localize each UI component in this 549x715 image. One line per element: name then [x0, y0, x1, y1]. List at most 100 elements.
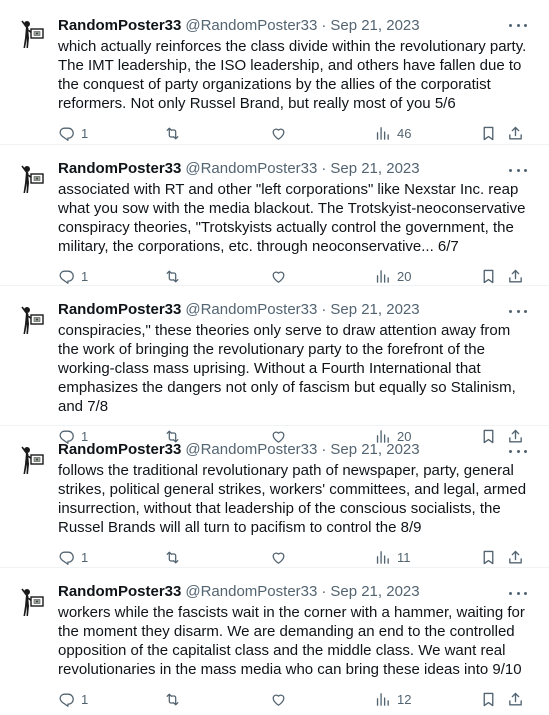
- more-dots-icon[interactable]: [509, 163, 527, 177]
- view-count: 11: [397, 549, 411, 565]
- user-handle[interactable]: @RandomPoster33: [185, 159, 317, 179]
- heart-icon: [272, 128, 285, 140]
- bookmark-button[interactable]: [480, 547, 497, 567]
- view-count: 46: [397, 125, 412, 141]
- retweet-icon: [166, 693, 179, 705]
- views-button[interactable]: 12: [374, 689, 411, 709]
- share-button[interactable]: [507, 689, 524, 709]
- tweet-content: RandomPoster33 @RandomPoster33 · Sep 21,…: [58, 159, 533, 286]
- more-dots-icon[interactable]: [509, 444, 527, 458]
- bookmark-button[interactable]: [480, 266, 497, 286]
- separator-dot: ·: [321, 441, 327, 458]
- more-dots-icon[interactable]: [509, 18, 527, 32]
- like-button[interactable]: [270, 123, 293, 143]
- thread: RandomPoster33 @RandomPoster33 · Sep 21,…: [0, 0, 549, 715]
- tweet-date[interactable]: Sep 21, 2023: [330, 440, 419, 460]
- reply-button[interactable]: 1: [58, 547, 88, 567]
- tweet-text: which actually reinforces the class divi…: [58, 38, 527, 112]
- retweet-button[interactable]: [164, 266, 187, 286]
- more-dots-icon[interactable]: [509, 304, 527, 318]
- tweet-text: conspiracies," these theories only serve…: [58, 322, 516, 415]
- reply-icon: [59, 693, 74, 707]
- view-count: 20: [397, 268, 412, 284]
- display-name[interactable]: RandomPoster33: [58, 440, 181, 460]
- heart-icon: [272, 694, 285, 706]
- user-handle[interactable]: @RandomPoster33: [185, 16, 317, 36]
- heart-icon: [272, 271, 285, 283]
- tweet-content: RandomPoster33 @RandomPoster33 · Sep 21,…: [58, 16, 533, 143]
- share-icon: [509, 269, 522, 282]
- tweet[interactable]: RandomPoster33 @RandomPoster33 · Sep 21,…: [0, 145, 549, 286]
- reply-icon: [59, 270, 74, 284]
- tweet-date[interactable]: Sep 21, 2023: [330, 159, 419, 179]
- tweet-header: RandomPoster33 @RandomPoster33 · Sep 21,…: [58, 440, 533, 460]
- reply-icon: [59, 551, 74, 565]
- heart-icon: [272, 552, 285, 564]
- avatar[interactable]: [16, 18, 48, 50]
- share-icon: [509, 126, 522, 139]
- tweet-date[interactable]: Sep 21, 2023: [330, 16, 419, 36]
- reply-button[interactable]: 1: [58, 689, 88, 709]
- separator-dot: ·: [321, 583, 327, 600]
- like-button[interactable]: [270, 689, 293, 709]
- like-button[interactable]: [270, 266, 293, 286]
- views-button[interactable]: 20: [374, 266, 411, 286]
- tweet-text: associated with RT and other "left corpo…: [58, 181, 526, 255]
- views-icon: [376, 126, 389, 140]
- tweet-text: workers while the fascists wait in the c…: [58, 604, 525, 678]
- reply-count: 1: [81, 691, 89, 707]
- display-name[interactable]: RandomPoster33: [58, 582, 181, 602]
- bookmark-icon: [483, 550, 494, 564]
- avatar[interactable]: [16, 586, 48, 618]
- retweet-button[interactable]: [164, 123, 187, 143]
- bookmark-icon: [483, 692, 494, 706]
- views-icon: [376, 692, 389, 706]
- bookmark-button[interactable]: [480, 123, 497, 143]
- user-handle[interactable]: @RandomPoster33: [185, 582, 317, 602]
- share-icon: [509, 550, 522, 563]
- tweet-actions: 1 46: [58, 123, 533, 143]
- bookmark-button[interactable]: [480, 689, 497, 709]
- more-dots-icon[interactable]: [509, 586, 527, 600]
- tweet-date[interactable]: Sep 21, 2023: [330, 582, 419, 602]
- reply-icon: [59, 127, 74, 141]
- tweet[interactable]: RandomPoster33 @RandomPoster33 · Sep 21,…: [0, 286, 549, 444]
- share-button[interactable]: [507, 266, 524, 286]
- tweet-header: RandomPoster33 @RandomPoster33 · Sep 21,…: [58, 582, 533, 602]
- tweet-content: RandomPoster33 @RandomPoster33 · Sep 21,…: [58, 582, 533, 709]
- tweet-date[interactable]: Sep 21, 2023: [330, 300, 419, 320]
- tweet-content: RandomPoster33 @RandomPoster33 · Sep 21,…: [58, 440, 533, 567]
- bookmark-icon: [483, 126, 494, 140]
- display-name[interactable]: RandomPoster33: [58, 16, 181, 36]
- tweet-actions: 1 12: [58, 689, 533, 709]
- display-name[interactable]: RandomPoster33: [58, 159, 181, 179]
- retweet-icon: [166, 551, 179, 563]
- avatar[interactable]: [16, 444, 48, 476]
- tweet[interactable]: RandomPoster33 @RandomPoster33 · Sep 21,…: [0, 568, 549, 715]
- tweet[interactable]: RandomPoster33 @RandomPoster33 · Sep 21,…: [0, 426, 549, 568]
- separator-dot: ·: [321, 301, 327, 318]
- like-button[interactable]: [270, 547, 293, 567]
- user-handle[interactable]: @RandomPoster33: [185, 300, 317, 320]
- share-button[interactable]: [507, 123, 524, 143]
- avatar[interactable]: [16, 304, 48, 336]
- reply-count: 1: [81, 125, 89, 141]
- retweet-icon: [166, 127, 179, 139]
- reply-count: 1: [81, 268, 89, 284]
- tweet-content: RandomPoster33 @RandomPoster33 · Sep 21,…: [58, 300, 533, 446]
- display-name[interactable]: RandomPoster33: [58, 300, 181, 320]
- view-count: 12: [397, 691, 412, 707]
- reply-button[interactable]: 1: [58, 123, 88, 143]
- views-button[interactable]: 46: [374, 123, 411, 143]
- share-button[interactable]: [507, 547, 524, 567]
- retweet-button[interactable]: [164, 547, 187, 567]
- reply-button[interactable]: 1: [58, 266, 88, 286]
- share-icon: [509, 692, 522, 705]
- retweet-button[interactable]: [164, 689, 187, 709]
- user-handle[interactable]: @RandomPoster33: [185, 440, 317, 460]
- tweet-actions: 1 11: [58, 547, 533, 567]
- avatar[interactable]: [16, 163, 48, 195]
- views-button[interactable]: 11: [374, 547, 411, 567]
- tweet[interactable]: RandomPoster33 @RandomPoster33 · Sep 21,…: [0, 0, 549, 145]
- tweet-header: RandomPoster33 @RandomPoster33 · Sep 21,…: [58, 16, 533, 36]
